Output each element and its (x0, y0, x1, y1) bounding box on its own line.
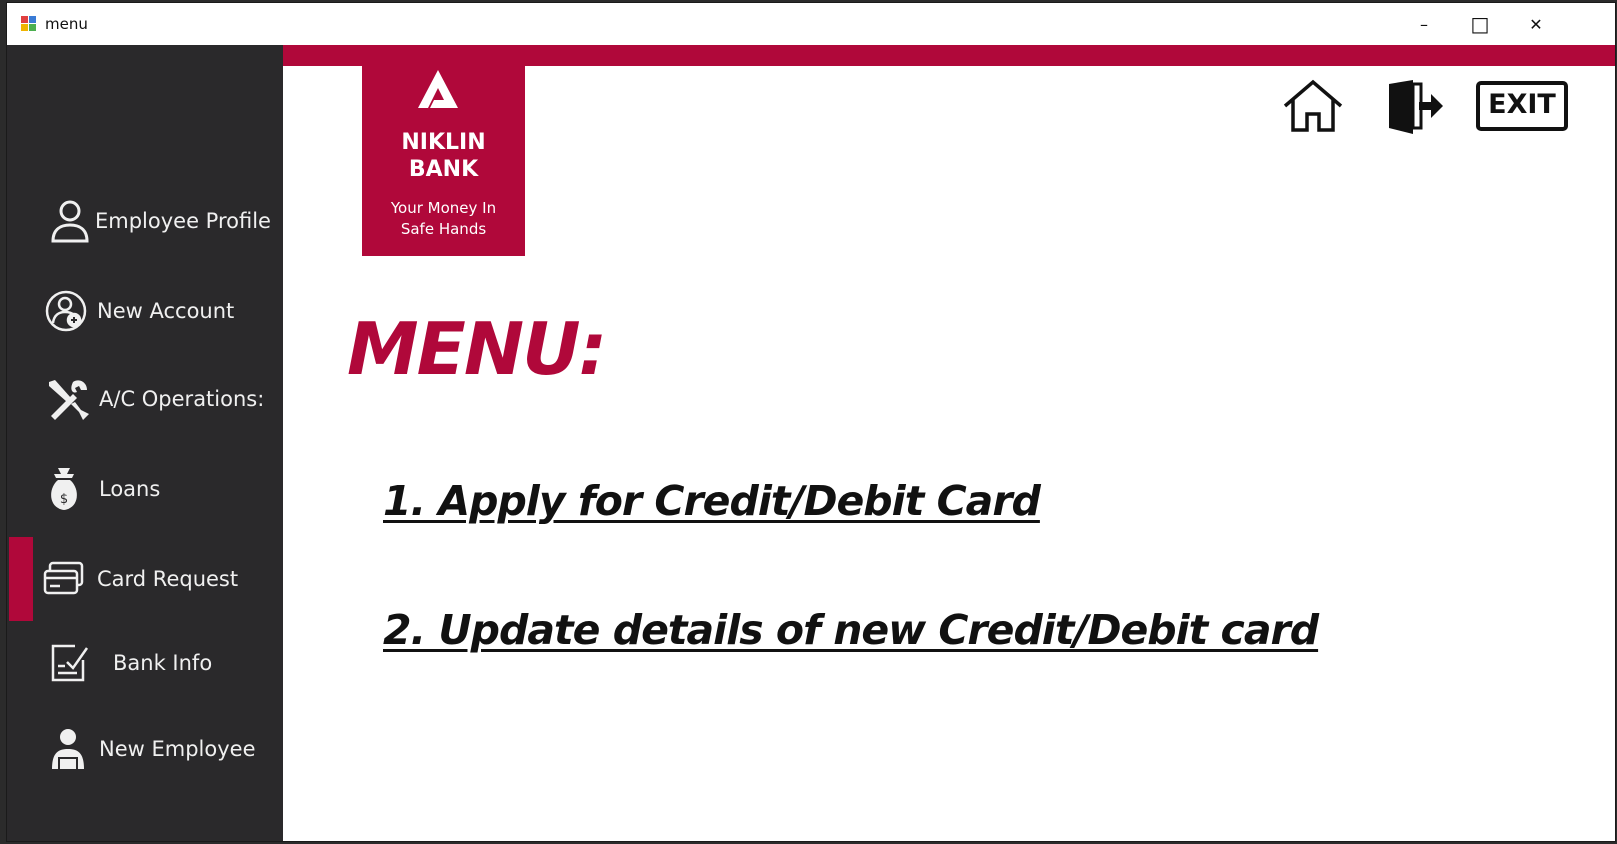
exit-button[interactable]: EXIT (1476, 81, 1568, 135)
user-add-icon (43, 288, 89, 334)
window-title: menu (45, 15, 88, 33)
page-title: MENU: (347, 307, 607, 391)
bank-name: NIKLIN BANK (401, 130, 486, 182)
logo-mark-icon (418, 70, 458, 108)
minimize-button[interactable]: – (1395, 3, 1453, 45)
logout-button[interactable] (1385, 78, 1445, 140)
sidebar-item-ac-operations[interactable]: A/C Operations: (7, 357, 283, 441)
sidebar: Employee Profile New Account A/C Operati… (7, 45, 283, 841)
tools-icon (45, 376, 91, 422)
sidebar-item-card-request[interactable]: Card Request (7, 537, 283, 621)
sidebar-item-label: Employee Profile (95, 209, 271, 233)
sidebar-item-label: A/C Operations: (99, 387, 265, 411)
sidebar-item-new-employee[interactable]: New Employee (7, 707, 283, 791)
update-card-link[interactable]: 2. Update details of new Credit/Debit ca… (383, 606, 1319, 654)
maximize-button[interactable]: □ (1451, 3, 1509, 45)
home-button[interactable] (1281, 78, 1345, 138)
bank-logo: NIKLIN BANK Your Money In Safe Hands (362, 66, 525, 256)
sidebar-item-employee-profile[interactable]: Employee Profile (7, 179, 283, 263)
main-content: NIKLIN BANK Your Money In Safe Hands EXI… (283, 45, 1615, 841)
sidebar-item-label: New Employee (99, 737, 256, 761)
home-icon (1283, 79, 1343, 132)
money-bag-icon: $ (41, 466, 87, 512)
accent-bar (283, 45, 1615, 66)
card-icon (41, 556, 87, 602)
apply-card-link[interactable]: 1. Apply for Credit/Debit Card (383, 477, 1041, 525)
user-icon (47, 198, 93, 244)
sidebar-item-label: New Account (97, 299, 235, 323)
sidebar-item-label: Loans (99, 477, 161, 501)
maximize-icon: □ (1470, 12, 1490, 36)
employee-icon (45, 726, 91, 772)
sidebar-item-new-account[interactable]: New Account (7, 269, 283, 353)
close-icon: ✕ (1529, 14, 1543, 34)
exit-label: EXIT (1488, 89, 1556, 120)
close-button[interactable]: ✕ (1507, 3, 1565, 45)
active-indicator (9, 537, 33, 621)
title-bar: menu – □ ✕ (7, 3, 1615, 45)
logout-icon (1389, 80, 1443, 134)
app-window: menu – □ ✕ Employee Profile New Account … (6, 2, 1616, 842)
checklist-icon (47, 640, 93, 686)
bank-tagline: Your Money In Safe Hands (390, 199, 497, 238)
minimize-icon: – (1420, 14, 1428, 34)
sidebar-item-loans[interactable]: $ Loans (7, 447, 283, 531)
sidebar-item-label: Card Request (97, 567, 239, 591)
sidebar-item-label: Bank Info (113, 651, 213, 675)
sidebar-item-bank-info[interactable]: Bank Info (7, 621, 283, 705)
app-icon (21, 16, 37, 32)
svg-text:$: $ (60, 492, 68, 507)
